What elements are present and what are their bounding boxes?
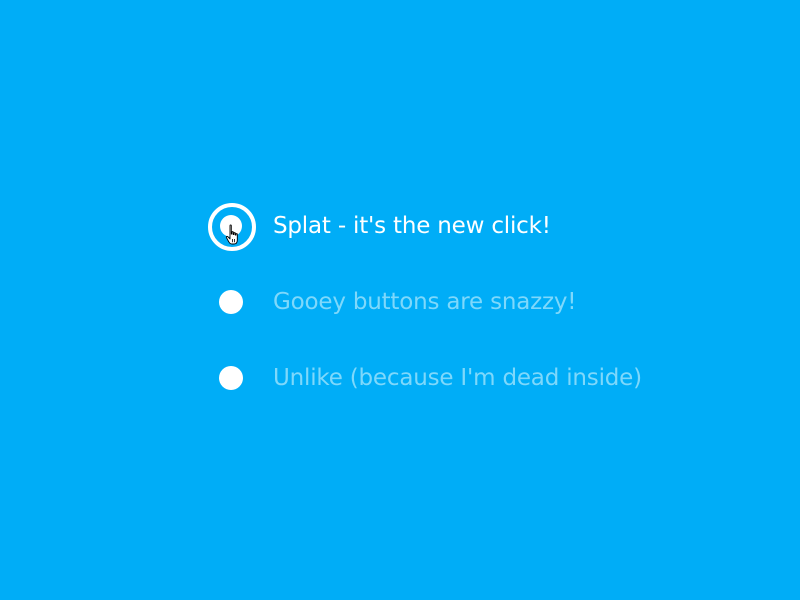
radio-label[interactable]: Gooey buttons are snazzy! [273, 289, 577, 315]
radio-dot [219, 366, 243, 390]
radio-label[interactable]: Unlike (because I'm dead inside) [273, 365, 642, 391]
radio-label[interactable]: Splat - it's the new click! [273, 213, 551, 239]
radio-option-unlike[interactable]: Unlike (because I'm dead inside) [206, 353, 642, 403]
radio-option-gooey[interactable]: Gooey buttons are snazzy! [206, 277, 577, 327]
radio-dot [219, 290, 243, 314]
radio-option-splat[interactable]: Splat - it's the new click! [206, 201, 551, 251]
radio-button[interactable] [206, 277, 256, 327]
radio-button-selected[interactable] [206, 201, 256, 251]
radio-button[interactable] [206, 353, 256, 403]
hand-pointer-icon [225, 224, 238, 245]
radio-group: Splat - it's the new click! Gooey button… [0, 0, 800, 600]
